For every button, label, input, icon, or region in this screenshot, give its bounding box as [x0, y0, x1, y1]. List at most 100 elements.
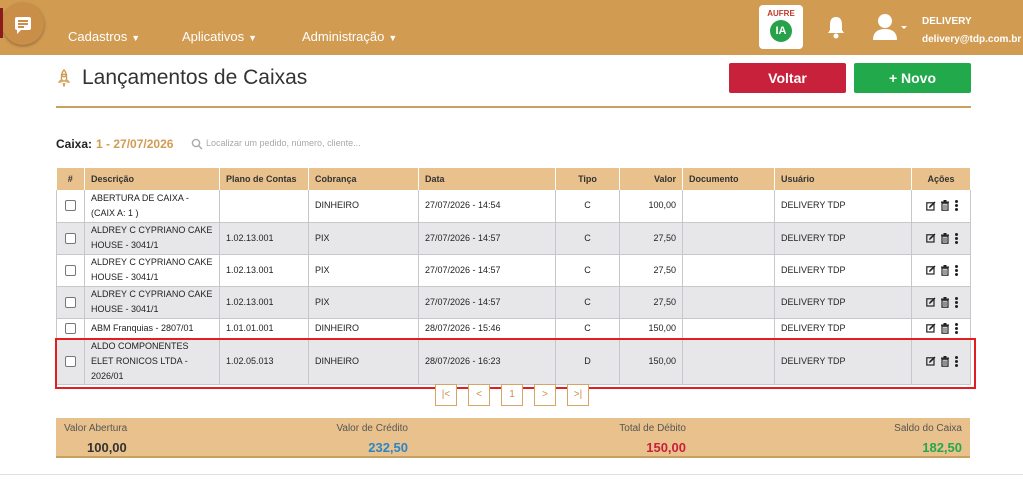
pagination-page-1[interactable]: 1 — [501, 384, 523, 406]
cell-documento — [682, 254, 775, 287]
cell-valor: 27,50 — [619, 222, 683, 255]
col-header-plano[interactable]: Plano de Contas — [219, 168, 309, 190]
nav-administracao[interactable]: Administração ▼ — [302, 29, 397, 44]
pagination-last[interactable]: >| — [567, 384, 589, 406]
row-select-cell — [56, 254, 85, 287]
trash-icon[interactable] — [938, 296, 952, 308]
cell-valor: 27,50 — [619, 254, 683, 287]
totals-bar: Valor Abertura 100,00 Valor de Crédito 2… — [56, 418, 970, 458]
col-header-data[interactable]: Data — [418, 168, 556, 190]
trash-icon[interactable] — [938, 322, 952, 334]
edit-icon[interactable] — [924, 323, 938, 333]
more-options-icon[interactable] — [952, 296, 958, 308]
row-checkbox[interactable] — [65, 200, 76, 212]
ia-badge: IA — [770, 20, 792, 42]
row-checkbox[interactable] — [65, 264, 76, 276]
cell-data: 27/07/2026 - 14:54 — [418, 190, 556, 223]
cell-cobranca: PIX — [308, 222, 419, 255]
col-header-tipo[interactable]: Tipo — [555, 168, 620, 190]
cell-documento — [682, 222, 775, 255]
debito-label: Total de Débito — [619, 423, 686, 434]
pagination-prev[interactable]: < — [468, 384, 490, 406]
cell-data: 27/07/2026 - 14:57 — [418, 222, 556, 255]
cell-tipo: C — [555, 318, 620, 339]
trash-icon[interactable] — [938, 200, 952, 212]
cell-data: 27/07/2026 - 14:57 — [418, 286, 556, 319]
row-checkbox[interactable] — [65, 296, 76, 308]
cell-usuario: DELIVERY TDP — [774, 286, 912, 319]
trash-icon[interactable] — [938, 264, 952, 276]
nav-administracao-label: Administração — [302, 29, 385, 44]
search-input[interactable] — [206, 135, 446, 151]
cell-descricao: ALDREY C CYPRIANO CAKE HOUSE - 3041/1 — [84, 286, 220, 319]
row-select-cell — [56, 286, 85, 319]
user-name: DELIVERY — [922, 16, 972, 27]
saldo-label: Saldo do Caixa — [894, 423, 962, 434]
table-row[interactable]: ABERTURA DE CAIXA - (CAIX A: 1 ) DINHEIRO… — [56, 190, 971, 223]
search-icon — [191, 138, 203, 150]
chevron-down-icon: ▼ — [388, 33, 398, 43]
more-options-icon[interactable] — [952, 232, 958, 244]
table-row[interactable]: ABM Franquias - 2807/01 1.01.01.001 DINHEI… — [56, 318, 971, 339]
top-navbar: Cadastros ▼ Aplicativos ▼ Administração ▼ A… — [0, 0, 1023, 55]
cell-descricao: ALDREY C CYPRIANO CAKE HOUSE - 3041/1 — [84, 254, 220, 287]
chat-icon — [15, 17, 31, 34]
col-header-documento[interactable]: Documento — [682, 168, 775, 190]
cell-documento — [682, 286, 775, 319]
col-header-cobranca[interactable]: Cobrança — [308, 168, 419, 190]
pagination-first[interactable]: |< — [435, 384, 457, 406]
row-select-cell — [56, 222, 85, 255]
cell-descricao: ALDREY C CYPRIANO CAKE HOUSE - 3041/1 — [84, 222, 220, 255]
cell-plano: 1.02.13.001 — [219, 254, 309, 287]
edit-icon[interactable] — [924, 265, 938, 275]
trash-icon[interactable] — [938, 232, 952, 244]
cell-valor: 150,00 — [619, 318, 683, 339]
cell-acoes — [911, 254, 971, 287]
aufre-ia-button[interactable]: AUFRE IA — [759, 5, 803, 49]
caixa-label: Caixa: — [56, 137, 93, 151]
back-button[interactable]: Voltar — [729, 63, 846, 93]
cell-acoes — [911, 286, 971, 319]
cell-acoes — [911, 190, 971, 223]
pagination-next[interactable]: > — [534, 384, 556, 406]
col-header-descricao[interactable]: Descrição — [84, 168, 220, 190]
cell-descricao: ABM Franquias - 2807/01 — [84, 318, 220, 339]
cell-tipo: C — [555, 190, 620, 223]
cell-plano: 1.02.13.001 — [219, 286, 309, 319]
more-options-icon[interactable] — [952, 264, 958, 276]
row-checkbox[interactable] — [65, 232, 76, 244]
row-checkbox[interactable] — [65, 322, 76, 334]
cell-plano: 1.02.13.001 — [219, 222, 309, 255]
nav-aplicativos[interactable]: Aplicativos ▼ — [182, 29, 257, 44]
more-options-icon[interactable] — [952, 322, 958, 334]
cell-usuario: DELIVERY TDP — [774, 222, 912, 255]
cell-data: 27/07/2026 - 14:57 — [418, 254, 556, 287]
cell-data: 28/07/2026 - 15:46 — [418, 318, 556, 339]
bell-icon[interactable] — [826, 15, 846, 39]
more-options-icon[interactable] — [952, 200, 958, 212]
col-header-valor[interactable]: Valor — [619, 168, 683, 190]
cell-acoes — [911, 222, 971, 255]
cell-usuario: DELIVERY TDP — [774, 254, 912, 287]
col-header-usuario[interactable]: Usuário — [774, 168, 912, 190]
chat-button[interactable] — [0, 3, 44, 45]
edit-icon[interactable] — [924, 297, 938, 307]
cell-tipo: C — [555, 222, 620, 255]
bottom-divider — [0, 474, 1023, 475]
cell-valor: 100,00 — [619, 190, 683, 223]
edit-icon[interactable] — [924, 200, 938, 211]
table-row[interactable]: ALDREY C CYPRIANO CAKE HOUSE - 3041/1 1.0… — [56, 254, 971, 287]
table-row[interactable]: ALDREY C CYPRIANO CAKE HOUSE - 3041/1 1.0… — [56, 222, 971, 255]
cell-documento — [682, 190, 775, 223]
chevron-down-icon: ▼ — [131, 33, 141, 43]
caixa-value: 1 - 27/07/2026 — [96, 137, 174, 151]
table-row[interactable]: ALDREY C CYPRIANO CAKE HOUSE - 3041/1 1.0… — [56, 286, 971, 319]
new-button[interactable]: + Novo — [854, 63, 971, 93]
user-avatar-icon[interactable] — [872, 13, 908, 41]
edit-icon[interactable] — [924, 233, 938, 243]
rocket-icon — [57, 69, 71, 87]
cell-cobranca: PIX — [308, 254, 419, 287]
cell-cobranca: DINHEIRO — [308, 190, 419, 223]
row-select-cell — [56, 318, 85, 339]
nav-cadastros[interactable]: Cadastros ▼ — [68, 29, 140, 44]
